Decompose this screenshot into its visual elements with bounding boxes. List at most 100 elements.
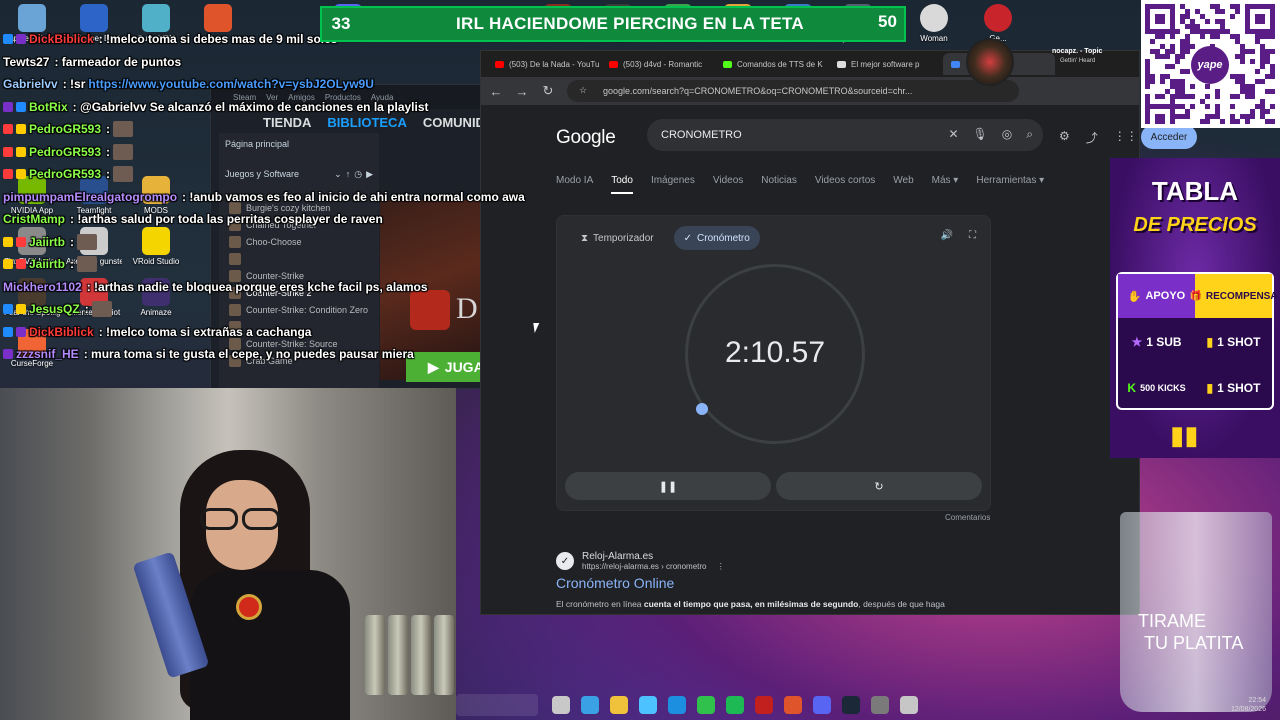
taskbar-app-icon[interactable] [697,696,715,714]
sign-in-button[interactable]: Acceder [1141,125,1197,149]
chat-username[interactable]: Gabrielvv [3,77,58,91]
chat-username[interactable]: DickBiblick [29,32,94,46]
header-reward: 🎁 RECOMPENSA [1189,274,1278,318]
taskbar-app-icon[interactable] [668,696,686,714]
chat-username[interactable]: Tewts27 [3,55,49,69]
chat-emote-icon [113,121,134,138]
glass-caption-line-1: TIRAME [1138,611,1207,631]
chat-username[interactable]: Mickhero1102 [3,280,82,294]
result-title-link[interactable]: Cronómetro Online [556,575,1016,591]
chat-text: : [70,234,75,249]
comments-link[interactable]: Comentarios [945,513,990,522]
search-tab[interactable]: Videos [713,175,743,194]
fullscreen-icon[interactable]: ⛶ [969,230,976,241]
chat-username[interactable]: JesusQZ [29,302,80,316]
stream-title: IRL HACIENDOME PIERCING EN LA TETA [455,14,804,33]
tray-date[interactable]: 12/08/2026 [1231,705,1266,714]
hand-icon: ✋ [1127,290,1142,303]
taskbar-apps [552,696,918,714]
desktop-icon[interactable]: Woman [906,4,962,43]
more-vert-icon[interactable]: ⋮ [717,562,725,571]
taskbar-app-icon[interactable] [900,696,918,714]
google-header-icons: ⚙ ⤴ ⋮⋮ [1059,129,1138,146]
chat-username[interactable]: PedroGR593 [29,167,101,181]
result-site-name: Reloj-Alarma.es [582,551,654,562]
taskbar-app-icon[interactable] [581,696,599,714]
price-reward-cell: ▮ 1 SHOT [1195,366,1272,410]
chat-text: : !melco toma si extrañas a cachanga [98,324,312,339]
tab-timer-label: Temporizador [593,232,654,244]
qr-module [1190,104,1195,109]
taskbar-app-icon[interactable] [784,696,802,714]
snippet-pre: El cronómetro en línea [556,599,644,609]
apps-grid-icon[interactable]: ⋮⋮ [1114,129,1138,146]
microphone-icon[interactable]: 🎙 [973,127,988,142]
search-tab[interactable]: Herramientas ▾ [976,175,1044,194]
chat-text: : !anub vamos es feo al inicio de ahi en… [182,189,525,204]
browser-tab[interactable]: El mejor software p [829,53,941,75]
search-tab[interactable]: Imágenes [651,175,695,194]
album-art [966,38,1014,86]
chat-link[interactable]: https://www.youtube.com/watch?v=ysbJ2OLy… [88,77,374,91]
taskbar-app-icon[interactable] [610,696,628,714]
chat-username[interactable]: DickBiblick [29,325,94,339]
tab-timer[interactable]: ⧗ Temporizador [571,226,664,250]
chat-badge-icon [16,34,26,45]
chat-username[interactable]: pimpumpamElrealgatogrompo [3,190,177,204]
browser-window[interactable]: (503) De la Nada - YouTube (503) d4vd - R… [480,50,1197,615]
taskbar-app-icon[interactable] [813,696,831,714]
reload-icon[interactable]: ↻ [541,83,555,99]
taskbar-app-icon[interactable] [552,696,570,714]
lens-icon[interactable]: ◎ [1002,127,1012,142]
reset-button[interactable]: ↻ [776,472,982,500]
chat-badge-icon [16,304,26,315]
chat-username[interactable]: CristMamp [3,212,65,226]
result-snippet: El cronómetro en línea cuenta el tiempo … [556,599,1016,609]
chat-username[interactable]: Jaiirtb [29,257,65,271]
tab-favicon-icon [837,60,846,68]
desktop-icon[interactable]: Ge... [970,4,1026,43]
now-playing-track: Gettin' Heard [1060,58,1096,64]
chat-username[interactable]: PedroGR593 [29,145,101,159]
chat-username[interactable]: Jaiirtb [29,235,65,249]
chat-username[interactable]: BotRix [29,100,68,114]
qr-module [1250,94,1255,99]
taskbar-app-icon[interactable] [842,696,860,714]
browser-tab[interactable]: (503) d4vd - Romantic [601,53,713,75]
site-favicon-icon: ✓ [556,552,574,570]
search-icon[interactable]: ⌕ [1026,127,1033,142]
qr-module [1175,59,1180,64]
result-site[interactable]: ✓ Reloj-Alarma.es https://reloj-alarma.e… [556,551,1016,571]
search-tab[interactable]: Noticias [761,175,797,194]
taskbar-search[interactable] [456,694,538,716]
chat-emote-icon [113,143,134,160]
taskbar-app-icon[interactable] [639,696,657,714]
chat-username[interactable]: PedroGR593 [29,122,101,136]
share-icon[interactable]: ⤴ [1086,129,1098,146]
search-input[interactable]: CRONOMETRO ✕ 🎙 ◎ ⌕ [647,119,1043,151]
address-bar[interactable]: ☆ google.com/search?q=CRONOMETRO&oq=CRON… [567,80,1019,102]
qr-module [1165,54,1170,59]
pause-button[interactable]: ❚❚ [565,472,771,500]
chat-text: : [106,167,111,182]
clear-icon[interactable]: ✕ [948,127,958,142]
google-logo[interactable]: Google [556,127,616,149]
search-tab[interactable]: Videos cortos [815,175,875,194]
taskbar-app-icon[interactable] [726,696,744,714]
tray-time[interactable]: 22:54 [1231,696,1266,705]
search-tab[interactable]: Más ▾ [932,175,959,194]
chat-message: Jaiirtb: [0,231,520,254]
bookmark-icon[interactable]: ☆ [579,85,587,96]
taskbar-app-icon[interactable] [871,696,889,714]
search-tab[interactable]: Todo [611,175,633,194]
search-tab[interactable]: Web [893,175,913,194]
chat-username[interactable]: zzzsnif_HE [16,347,79,361]
search-tab[interactable]: Modo IA [556,175,593,194]
sound-icon[interactable]: 🔊 [941,230,953,241]
browser-tab[interactable]: Comandos de TTS de K [715,53,827,75]
tab-stopwatch[interactable]: ✓ Cronómetro [673,226,760,250]
qr-module [1260,64,1265,69]
gear-icon[interactable]: ⚙ [1059,129,1070,146]
qr-module [1235,94,1240,99]
taskbar-app-icon[interactable] [755,696,773,714]
